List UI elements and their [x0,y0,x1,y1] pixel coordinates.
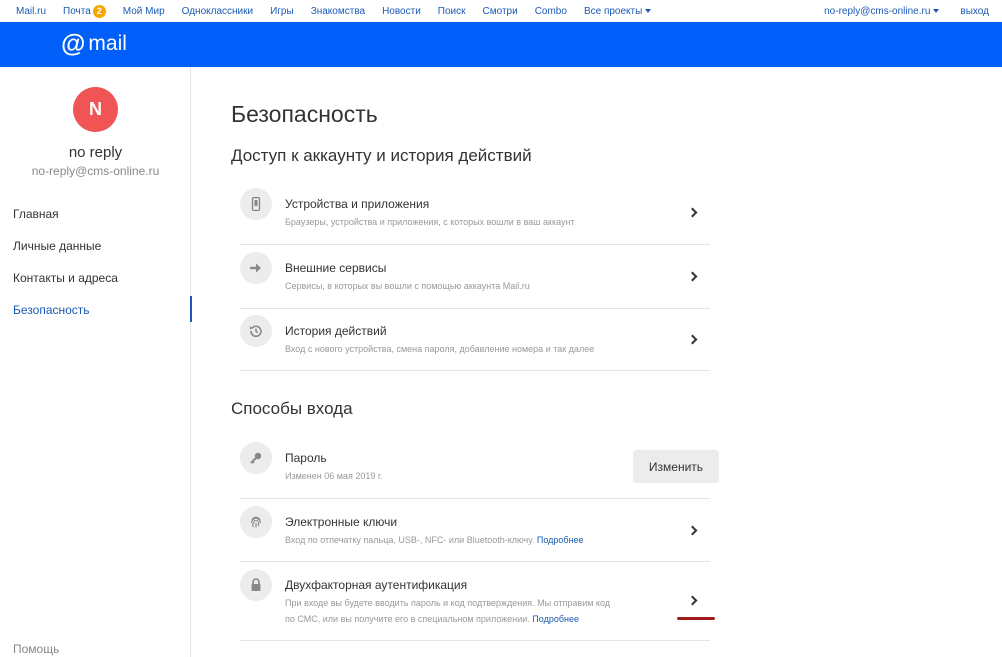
account-email: no-reply@cms-online.ru [824,5,931,17]
sidebar-menu: Главная Личные данные Контакты и адреса … [0,198,192,326]
password-title: Пароль [285,451,327,465]
mail-logo[interactable]: @ mail [61,31,127,57]
chevron-right-icon [687,271,698,282]
all-projects-label: Все проекты [583,5,643,17]
chevron-down-icon [933,9,940,13]
history-title: История действий [285,324,387,338]
chevron-right-icon [687,207,698,218]
sidebar: N no reply no-reply@cms-online.ru Главна… [0,67,192,657]
login-section-title: Способы входа [231,399,353,418]
two-factor-desc-line2: по СМС, или вы получите его в специально… [285,611,579,627]
portal-link-myworld[interactable]: Мой Мир [123,6,165,17]
logout-link[interactable]: выход [960,6,989,17]
account-menu[interactable]: no-reply@cms-online.ru [824,5,940,17]
portal-link-dating[interactable]: Знакомства [311,6,365,17]
portal-link-mail-label: Почта [63,5,91,17]
unread-badge: 2 [92,4,106,18]
sidebar-item-personal[interactable]: Личные данные [0,230,191,262]
lock-icon [240,569,272,601]
chevron-right-icon [687,525,698,536]
sidebar-item-security[interactable]: Безопасность [0,294,192,326]
help-link[interactable]: Помощь [13,642,59,656]
access-section-title: Доступ к аккаунту и история действий [231,146,532,165]
user-email: no-reply@cms-online.ru [31,164,160,178]
portal-link-news[interactable]: Новости [382,6,421,17]
password-row: Пароль Изменен 06 мая 2019 г. Изменить [240,440,719,499]
external-services-title: Внешние сервисы [285,261,387,275]
devices-title: Устройства и приложения [285,197,430,211]
password-desc: Изменен 06 мая 2019 г. [285,471,383,481]
security-keys-title: Электронные ключи [285,515,398,529]
two-factor-desc-line1: При входе вы будете вводить пароль и код… [285,598,611,608]
portal-link-games[interactable]: Игры [270,6,294,17]
portal-link-watch[interactable]: Смотри [483,6,518,17]
security-keys-desc-text: Вход по отпечатку пальца, USB-, NFC- или… [285,535,535,545]
chevron-down-icon [645,9,652,13]
portal-link-mailru[interactable]: Mail.ru [16,6,46,17]
security-keys-row[interactable]: Электронные ключи Вход по отпечатку паль… [240,503,710,562]
two-factor-more-link[interactable]: Подробнее [532,614,579,624]
logo-at: @ [61,30,86,58]
arrow-right-icon [240,252,272,284]
portal-link-combo[interactable]: Combo [535,6,567,17]
app-header: @ mail [0,22,1002,67]
portal-link-ok[interactable]: Одноклассники [182,6,253,17]
phone-icon [240,188,272,220]
two-factor-row[interactable]: Двухфакторная аутентификация При входе в… [240,567,710,641]
two-factor-desc-line2-text: по СМС, или вы получите его в специально… [285,614,530,624]
history-desc: Вход с нового устройства, смена пароля, … [285,344,595,354]
portal-nav: Mail.ru Почта 2 Мой Мир Одноклассники Игр… [0,4,668,18]
user-name: no reply [68,144,123,161]
history-row[interactable]: История действий Вход с нового устройств… [240,312,710,371]
fingerprint-icon [240,506,272,538]
change-password-button[interactable]: Изменить [633,450,719,483]
chevron-right-icon [687,595,698,606]
page-title: Безопасность [231,101,378,127]
portal-link-mail[interactable]: Почта 2 [63,4,106,18]
two-factor-title: Двухфакторная аутентификация [285,578,468,592]
devices-desc: Браузеры, устройства и приложения, с кот… [285,217,575,227]
portal-bar: Mail.ru Почта 2 Мой Мир Одноклассники Игр… [0,0,1002,22]
security-keys-desc: Вход по отпечатку пальца, USB-, NFC- или… [285,532,584,548]
annotation-underline [677,617,715,620]
sidebar-item-contacts[interactable]: Контакты и адреса [0,262,191,294]
key-icon [240,442,272,474]
history-icon [240,315,272,347]
sidebar-item-home[interactable]: Главная [0,198,191,230]
account-area: no-reply@cms-online.ru выход [824,0,989,22]
logo-word: mail [88,32,127,55]
chevron-right-icon [687,334,698,345]
external-services-desc: Сервисы, в которых вы вошли с помощью ак… [285,281,530,291]
portal-link-all-projects[interactable]: Все проекты [583,5,652,17]
devices-row[interactable]: Устройства и приложения Браузеры, устрой… [240,185,710,245]
external-services-row[interactable]: Внешние сервисы Сервисы, в которых вы во… [240,249,710,309]
security-keys-more-link[interactable]: Подробнее [537,535,584,545]
avatar[interactable]: N [73,87,118,132]
portal-link-search[interactable]: Поиск [438,6,466,17]
